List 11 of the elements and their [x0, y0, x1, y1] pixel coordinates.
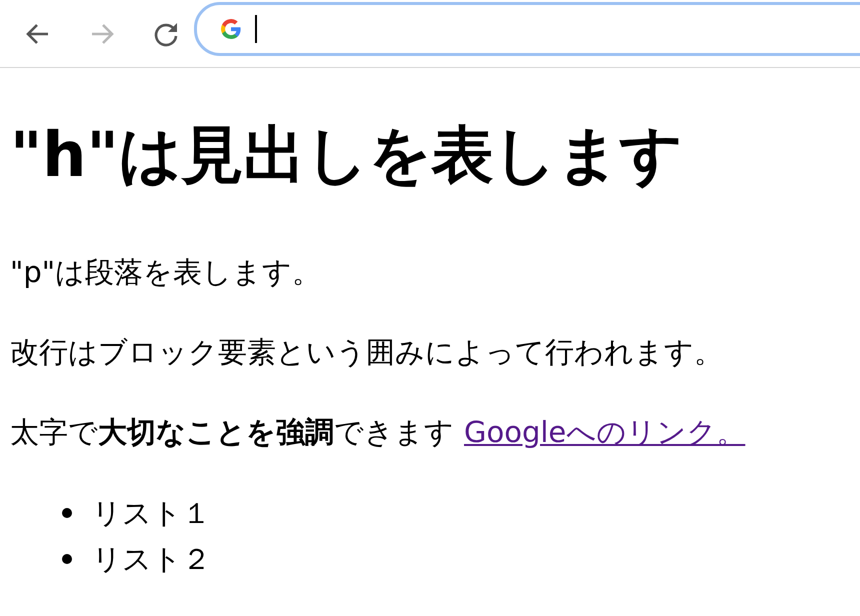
list-item: リスト２	[92, 541, 211, 578]
paragraph: "p"は段落を表します。	[10, 254, 322, 291]
link[interactable]: Googleへのリンク。	[464, 412, 746, 452]
paragraph: 改行はブロック要素という囲みによって行われます。	[10, 334, 724, 371]
list-item: リスト１	[92, 495, 211, 532]
bullet-icon	[62, 508, 72, 518]
heading: "h"は見出しを表します	[10, 118, 684, 192]
paragraph: 太字で大切なことを強調できます	[10, 414, 454, 451]
text-cursor	[255, 14, 257, 42]
g-logo-icon	[219, 16, 243, 40]
bullet-icon	[62, 554, 72, 564]
